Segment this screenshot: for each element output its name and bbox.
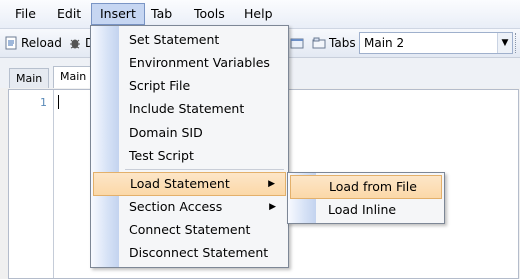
menu-item-load-statement[interactable]: Load Statement ▶ — [93, 172, 286, 196]
menu-item-section-access[interactable]: Section Access ▶ — [93, 196, 286, 218]
submenu-arrow-icon: ▶ — [269, 202, 276, 212]
insert-menu: Set Statement Environment Variables Scri… — [90, 25, 289, 268]
tab-selector-value: Main 2 — [364, 36, 405, 50]
menu-item-label: Include Statement — [129, 101, 245, 116]
menu-item-connect-statement[interactable]: Connect Statement — [93, 219, 286, 241]
line-number: 1 — [40, 96, 47, 109]
text-caret — [58, 95, 59, 109]
tab-selector[interactable]: Main 2 ▼ — [359, 32, 513, 54]
menu-item-domain-sid[interactable]: Domain SID — [93, 122, 286, 144]
menu-item-label: Set Statement — [129, 32, 220, 47]
menu-file[interactable]: File — [7, 4, 44, 24]
reload-icon — [4, 36, 18, 50]
menu-tab[interactable]: Tab — [143, 4, 180, 24]
menu-item-label: Domain SID — [129, 125, 203, 140]
tab-main[interactable]: Main — [9, 68, 50, 88]
menu-item-disconnect-statement[interactable]: Disconnect Statement — [93, 242, 286, 264]
menu-item-script-file[interactable]: Script File — [93, 75, 286, 97]
menu-item-label: Load Inline — [328, 202, 397, 217]
tabs-label: Tabs — [329, 36, 356, 50]
tabs-icon — [312, 36, 326, 50]
menu-item-test-script[interactable]: Test Script — [93, 145, 286, 167]
menu-item-label: Load from File — [329, 179, 417, 194]
reload-button[interactable]: Reload — [4, 34, 62, 52]
chevron-down-icon[interactable]: ▼ — [497, 33, 512, 53]
menu-item-label: Load Statement — [130, 176, 230, 191]
toolbar-grip — [515, 33, 519, 53]
menu-item-environment-variables[interactable]: Environment Variables — [93, 52, 286, 74]
bug-icon — [68, 36, 82, 50]
menu-separator — [125, 169, 284, 170]
menu-tools[interactable]: Tools — [186, 4, 233, 24]
menu-item-load-inline[interactable]: Load Inline — [290, 199, 442, 221]
menu-item-label: Connect Statement — [129, 222, 251, 237]
reload-label: Reload — [21, 36, 62, 50]
menu-item-load-from-file[interactable]: Load from File — [290, 175, 442, 199]
menu-item-label: Environment Variables — [129, 55, 270, 70]
submenu-arrow-icon: ▶ — [268, 179, 275, 189]
menu-item-set-statement[interactable]: Set Statement — [93, 29, 286, 51]
menu-item-label: Disconnect Statement — [129, 245, 269, 260]
menu-insert[interactable]: Insert — [91, 3, 145, 25]
menu-item-include-statement[interactable]: Include Statement — [93, 98, 286, 120]
menu-item-label: Script File — [129, 78, 191, 93]
menu-item-label: Section Access — [129, 199, 223, 214]
load-statement-submenu: Load from File Load Inline — [287, 172, 445, 224]
menu-edit[interactable]: Edit — [49, 4, 89, 24]
menu-item-label: Test Script — [129, 148, 194, 163]
menu-help[interactable]: Help — [236, 4, 281, 24]
line-number-gutter: 1 — [9, 90, 54, 278]
tabs-button[interactable]: Tabs — [312, 34, 356, 52]
window-icon — [290, 36, 304, 50]
tab-tool-button[interactable] — [290, 34, 307, 52]
